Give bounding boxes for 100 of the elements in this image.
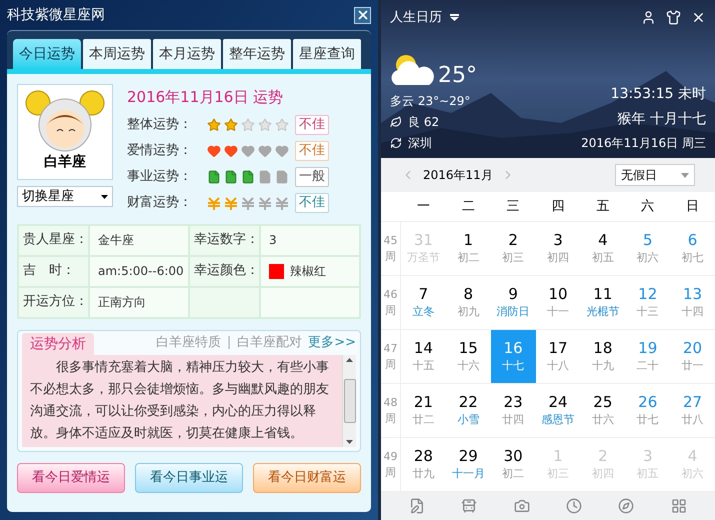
info-label: 幸运颜色：: [194, 262, 259, 280]
window-title: 科技紫微星座网: [7, 6, 105, 24]
air-quality: 良 62: [408, 114, 440, 131]
day-cell[interactable]: 14 十五: [401, 330, 446, 383]
tab[interactable]: 本周运势: [83, 39, 151, 69]
coin-icon: [275, 196, 289, 210]
document-icon: [275, 170, 289, 184]
scroll-up-icon[interactable]: [346, 358, 353, 362]
date-heading: 2016年11月16日 运势: [127, 87, 284, 108]
day-cell[interactable]: 17 十八: [536, 330, 580, 383]
week-number: 48: [384, 394, 398, 410]
shirt-icon[interactable]: [666, 10, 681, 26]
camera-icon[interactable]: [514, 498, 530, 514]
coin-icon: [224, 196, 238, 210]
info-value: am:5:00--6:00: [98, 263, 184, 280]
day-cell[interactable]: 29 十一月: [446, 438, 491, 491]
day-cell[interactable]: 3 初四: [536, 222, 580, 275]
temperature: 25°: [438, 65, 477, 89]
info-value: 3: [269, 232, 277, 249]
week-unit: 周: [385, 356, 396, 372]
star-icon: [207, 118, 221, 132]
link-separator: |: [226, 334, 232, 352]
day-cell[interactable]: 22 小雪: [446, 384, 491, 437]
dropdown-icon[interactable]: [450, 14, 459, 22]
compass-icon[interactable]: [618, 498, 634, 514]
day-cell[interactable]: 2 初三: [490, 222, 536, 275]
day-cell[interactable]: 18 十九: [580, 330, 626, 383]
weekday-label: 日: [685, 198, 700, 216]
week-unit: 周: [385, 410, 396, 426]
star-icon: [275, 118, 289, 132]
tab[interactable]: 今日运势: [13, 39, 81, 69]
tab[interactable]: 整年运势: [223, 39, 291, 69]
day-cell[interactable]: 21 廿二: [401, 384, 446, 437]
clock-time: 13:53:15 未时: [610, 85, 706, 104]
heart-icon: [241, 144, 255, 158]
caret-icon[interactable]: [101, 194, 108, 198]
refresh-icon[interactable]: [390, 137, 402, 149]
bus-icon[interactable]: [461, 498, 478, 514]
lunar-date: 猴年 十月十七: [618, 110, 706, 129]
clock-icon[interactable]: [566, 498, 582, 514]
user-icon[interactable]: [641, 10, 656, 26]
info-value: 正南方向: [98, 294, 146, 311]
fortune-button[interactable]: 看今日爱情运: [17, 462, 125, 492]
sign-select[interactable]: 切换星座: [17, 186, 113, 207]
document-icon: [241, 170, 255, 184]
coin-icon: [207, 196, 221, 210]
day-cell[interactable]: 1 初二: [446, 222, 491, 275]
day-cell[interactable]: 30 初二: [490, 438, 536, 491]
sign-name: 白羊座: [44, 155, 86, 169]
day-cell[interactable]: 8 初九: [446, 276, 491, 329]
document-icon: [224, 170, 238, 184]
info-label: 吉 时：: [23, 262, 75, 280]
weekday-label: 一: [416, 198, 431, 216]
analysis-text: 很多事情充塞着大脑，精神压力较大，有些小事不必想太多，那只会徒增烦恼。多与幽默风趣的朋友沟通交流，可以让你受到感染，内心的压力得以释放。身体不适应及时就医，切莫在健康上省钱。: [29, 358, 330, 442]
fortune-button[interactable]: 看今日财富运: [253, 462, 361, 492]
weekday-label: 三: [506, 198, 521, 216]
day-cell[interactable]: 25 廿六: [580, 384, 626, 437]
star-icon: [241, 118, 255, 132]
week-number: 46: [384, 286, 398, 302]
day-cell[interactable]: 28 廿九: [401, 438, 446, 491]
day-cell[interactable]: 7 立冬: [401, 276, 446, 329]
weekday-label: 四: [550, 198, 566, 216]
heart-icon: [275, 144, 289, 158]
weekday-label: 五: [595, 198, 610, 216]
document-icon: [207, 170, 221, 184]
fortune-button[interactable]: 看今日事业运: [135, 462, 243, 492]
note-icon[interactable]: [409, 498, 426, 514]
coin-icon: [241, 196, 255, 210]
week-unit: 周: [385, 464, 396, 480]
verdict-tag: 不佳: [295, 192, 329, 212]
month-label: 2016年11月: [423, 167, 493, 184]
verdict-tag: 不佳: [295, 140, 329, 160]
info-value: 金牛座: [98, 232, 134, 249]
info-label: 幸运数字：: [194, 231, 259, 250]
scroll-thumb[interactable]: [344, 378, 356, 422]
day-cell[interactable]: 11 光棍节: [580, 276, 626, 329]
leaf-icon: [390, 116, 402, 128]
star-icon: [224, 118, 238, 132]
verdict-tag: 不佳: [295, 114, 329, 134]
holiday-select[interactable]: 无假日: [615, 164, 695, 186]
weekday-label: 二: [460, 198, 476, 216]
star-icon: [258, 118, 272, 132]
grid-icon[interactable]: [670, 498, 687, 514]
day-cell[interactable]: 10 十一: [536, 276, 580, 329]
day-cell[interactable]: 23 廿四: [490, 384, 536, 437]
verdict-tag: 一般: [295, 166, 329, 186]
day-cell[interactable]: 24 感恩节: [536, 384, 580, 437]
weather-condition: 多云 23°~29°: [390, 93, 472, 110]
heart-icon: [207, 144, 221, 158]
city-name: 深圳: [408, 135, 432, 152]
tab[interactable]: 星座查询: [293, 39, 361, 69]
tab[interactable]: 本月运势: [153, 39, 221, 69]
day-cell[interactable]: 9 消防日: [490, 276, 536, 329]
day-cell[interactable]: 4 初五: [580, 222, 626, 275]
scroll-down-icon[interactable]: [346, 440, 353, 444]
week-unit: 周: [385, 248, 396, 264]
heart-icon: [258, 144, 272, 158]
scrollbar[interactable]: [342, 354, 356, 446]
day-cell[interactable]: 15 十六: [446, 330, 491, 383]
more-link[interactable]: 更多>>: [308, 333, 356, 352]
